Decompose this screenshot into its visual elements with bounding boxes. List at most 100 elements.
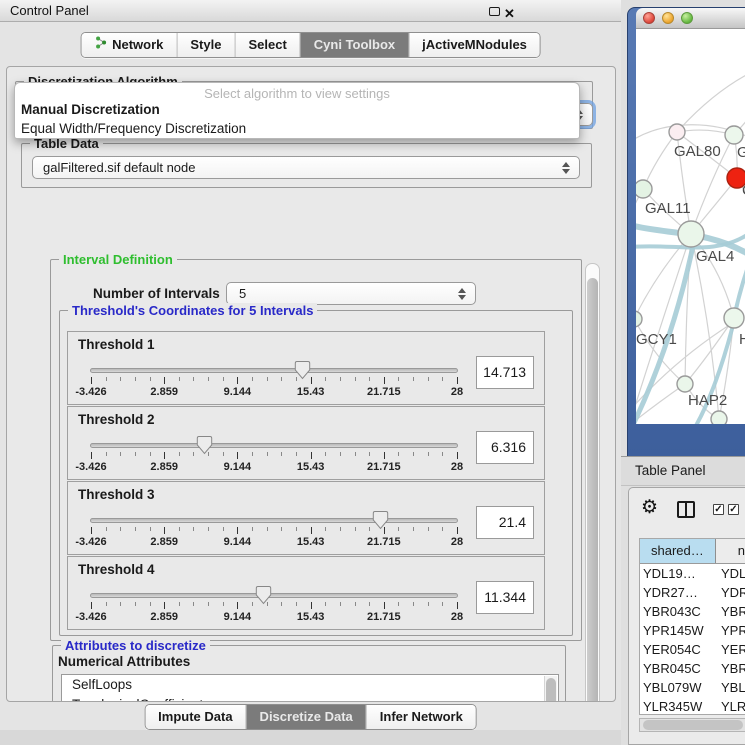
- table-panel-title: Table Panel: [635, 463, 706, 478]
- checkbox-icon[interactable]: ✓: [713, 504, 724, 515]
- svg-text:GA: GA: [737, 144, 745, 161]
- tab-cyni-toolbox[interactable]: Cyni Toolbox: [300, 33, 408, 57]
- attribute-item[interactable]: TopologicalCoefficient: [62, 695, 558, 703]
- table-panel-titlebar: Table Panel: [621, 456, 745, 486]
- table-data-group: Table Data galFiltered.sif default node: [21, 143, 592, 188]
- attributes-group-title: Attributes to discretize: [61, 638, 210, 653]
- scrollbar-thumb[interactable]: [643, 720, 743, 730]
- slider-track[interactable]: [90, 518, 458, 523]
- threshold-3-panel: Threshold 3 -3.4262.8599.14415.4321.7152…: [67, 481, 545, 555]
- tab-impute-data[interactable]: Impute Data: [145, 705, 245, 729]
- threshold-2-value-input[interactable]: 6.316: [476, 431, 534, 464]
- algorithm-dropdown-popup: Select algorithm to view settings Manual…: [14, 82, 580, 139]
- svg-text:GAL80: GAL80: [674, 143, 721, 160]
- table-row[interactable]: YPR145WYPR1: [640, 621, 745, 640]
- table-row[interactable]: YDL19…YDL1: [640, 564, 745, 583]
- spinner-arrows-icon: [458, 288, 466, 300]
- table-panel: ⚙ ✓ ✓ shared… n YDL19…YDL1YDR27…YDR2YBR0…: [628, 487, 745, 745]
- settings-scroll-area: Interval Definition Number of Intervals …: [45, 253, 602, 702]
- algorithm-popup-hint: Select algorithm to view settings: [15, 83, 579, 100]
- zoom-traffic-light-icon[interactable]: [681, 12, 693, 24]
- threshold-4-label: Threshold 4: [78, 562, 155, 577]
- tab-network[interactable]: Network: [81, 33, 176, 57]
- table-row[interactable]: YLR345WYLR3: [640, 697, 745, 715]
- table-header-name[interactable]: n: [716, 539, 745, 563]
- close-icon[interactable]: ✕: [504, 3, 515, 25]
- node-table: shared… n YDL19…YDL1YDR27…YDR2YBR043CYBR…: [639, 538, 745, 715]
- tab-style[interactable]: Style: [176, 33, 234, 57]
- table-data-combobox[interactable]: galFiltered.sif default node: [32, 156, 580, 179]
- close-traffic-light-icon[interactable]: [643, 12, 655, 24]
- attributes-list-scrollbar[interactable]: [544, 676, 557, 702]
- checkbox-icon[interactable]: ✓: [728, 504, 739, 515]
- threshold-3-value-input[interactable]: 21.4: [476, 506, 534, 539]
- svg-text:GAL11: GAL11: [645, 200, 691, 217]
- number-of-intervals-label: Number of Intervals: [93, 286, 220, 301]
- tab-jactivemnodules[interactable]: jActiveMNodules: [408, 33, 540, 57]
- network-canvas[interactable]: GAL80GACGAL11GAL4GCY1HHAP2: [636, 29, 745, 424]
- interval-definition-group: Interval Definition Number of Intervals …: [50, 259, 582, 641]
- float-window-icon[interactable]: [489, 7, 500, 16]
- cyni-toolbox-panel: Discretization Algorithm Select algorith…: [6, 66, 616, 702]
- number-of-intervals-spinner[interactable]: 5: [226, 282, 476, 305]
- table-row[interactable]: YBL079WYBL0: [640, 678, 745, 697]
- tab-network-label: Network: [112, 33, 163, 57]
- table-horizontal-scrollbar[interactable]: [639, 718, 745, 732]
- thresholds-group-title: Threshold's Coordinates for 5 Intervals: [68, 303, 317, 318]
- bottom-strip: [0, 730, 621, 745]
- threshold-4-value-input[interactable]: 11.344: [476, 581, 534, 614]
- minimize-traffic-light-icon[interactable]: [662, 12, 674, 24]
- network-graph: GAL80GACGAL11GAL4GCY1HHAP2: [636, 29, 745, 424]
- table-data-combobox-value: galFiltered.sif default node: [43, 160, 195, 175]
- tab-discretize-data[interactable]: Discretize Data: [246, 705, 366, 729]
- popup-item-manual-discretization[interactable]: Manual Discretization: [15, 100, 579, 119]
- table-header-row: shared… n: [640, 539, 745, 564]
- right-region: GAL80GACGAL11GAL4GCY1HHAP2 Table Panel ⚙…: [621, 0, 745, 745]
- svg-text:GCY1: GCY1: [636, 331, 677, 348]
- numerical-attributes-label: Numerical Attributes: [58, 654, 190, 669]
- numerical-attributes-list[interactable]: SelfLoopsTopologicalCoefficientBetweenne…: [61, 674, 559, 702]
- table-header-shared-name[interactable]: shared…: [640, 539, 716, 563]
- threshold-1-slider[interactable]: -3.4262.8599.14415.4321.71528: [90, 362, 458, 404]
- table-row[interactable]: YDR27…YDR2: [640, 583, 745, 602]
- combo-arrows-icon: [562, 162, 570, 174]
- slider-track[interactable]: [90, 368, 458, 373]
- slider-ticks: -3.4262.8599.14415.4321.71528: [90, 602, 458, 628]
- table-row[interactable]: YER054CYER0: [640, 640, 745, 659]
- threshold-4-slider[interactable]: -3.4262.8599.14415.4321.71528: [90, 587, 458, 629]
- panel-title: Control Panel: [10, 3, 89, 18]
- svg-text:HAP2: HAP2: [688, 392, 727, 409]
- number-of-intervals-value: 5: [239, 286, 246, 301]
- table-row[interactable]: YBR043CYBR0: [640, 602, 745, 621]
- popup-item-equal-width-frequency[interactable]: Equal Width/Frequency Discretization: [15, 119, 579, 138]
- scrollbar-thumb[interactable]: [546, 678, 556, 702]
- gear-icon[interactable]: ⚙: [641, 497, 658, 519]
- attributes-group: Attributes to discretize Numerical Attri…: [52, 645, 566, 702]
- threshold-1-panel: Threshold 1 -3.4262.8599.14415.4321.7152…: [67, 331, 545, 405]
- threshold-2-panel: Threshold 2 -3.4262.8599.14415.4321.7152…: [67, 406, 545, 480]
- threshold-1-value-input[interactable]: 14.713: [476, 356, 534, 389]
- threshold-2-slider[interactable]: -3.4262.8599.14415.4321.71528: [90, 437, 458, 479]
- control-panel: Control Panel ✕ Network Style Select Cyn…: [0, 0, 621, 745]
- attribute-item[interactable]: SelfLoops: [62, 675, 558, 695]
- slider-ticks: -3.4262.8599.14415.4321.71528: [90, 377, 458, 403]
- network-window: GAL80GACGAL11GAL4GCY1HHAP2: [627, 7, 745, 456]
- interval-definition-group-title: Interval Definition: [59, 253, 177, 267]
- columns-icon[interactable]: [677, 501, 695, 518]
- slider-ticks: -3.4262.8599.14415.4321.71528: [90, 527, 458, 553]
- threshold-4-panel: Threshold 4 -3.4262.8599.14415.4321.7152…: [67, 556, 545, 630]
- slider-track[interactable]: [90, 593, 458, 598]
- tab-infer-network[interactable]: Infer Network: [366, 705, 476, 729]
- top-tab-bar: Network Style Select Cyni Toolbox jActiv…: [80, 32, 541, 58]
- scrollbar-thumb[interactable]: [587, 278, 598, 702]
- threshold-3-slider[interactable]: -3.4262.8599.14415.4321.71528: [90, 512, 458, 554]
- bottom-tab-bar: Impute Data Discretize Data Infer Networ…: [144, 704, 477, 730]
- threshold-2-label: Threshold 2: [78, 412, 155, 427]
- slider-track[interactable]: [90, 443, 458, 448]
- threshold-1-label: Threshold 1: [78, 337, 155, 352]
- tab-select[interactable]: Select: [234, 33, 299, 57]
- settings-scrollbar[interactable]: [585, 263, 600, 702]
- svg-text:H: H: [739, 331, 745, 348]
- table-row[interactable]: YBR045CYBR0: [640, 659, 745, 678]
- table-toolbar: ⚙ ✓ ✓: [629, 488, 745, 534]
